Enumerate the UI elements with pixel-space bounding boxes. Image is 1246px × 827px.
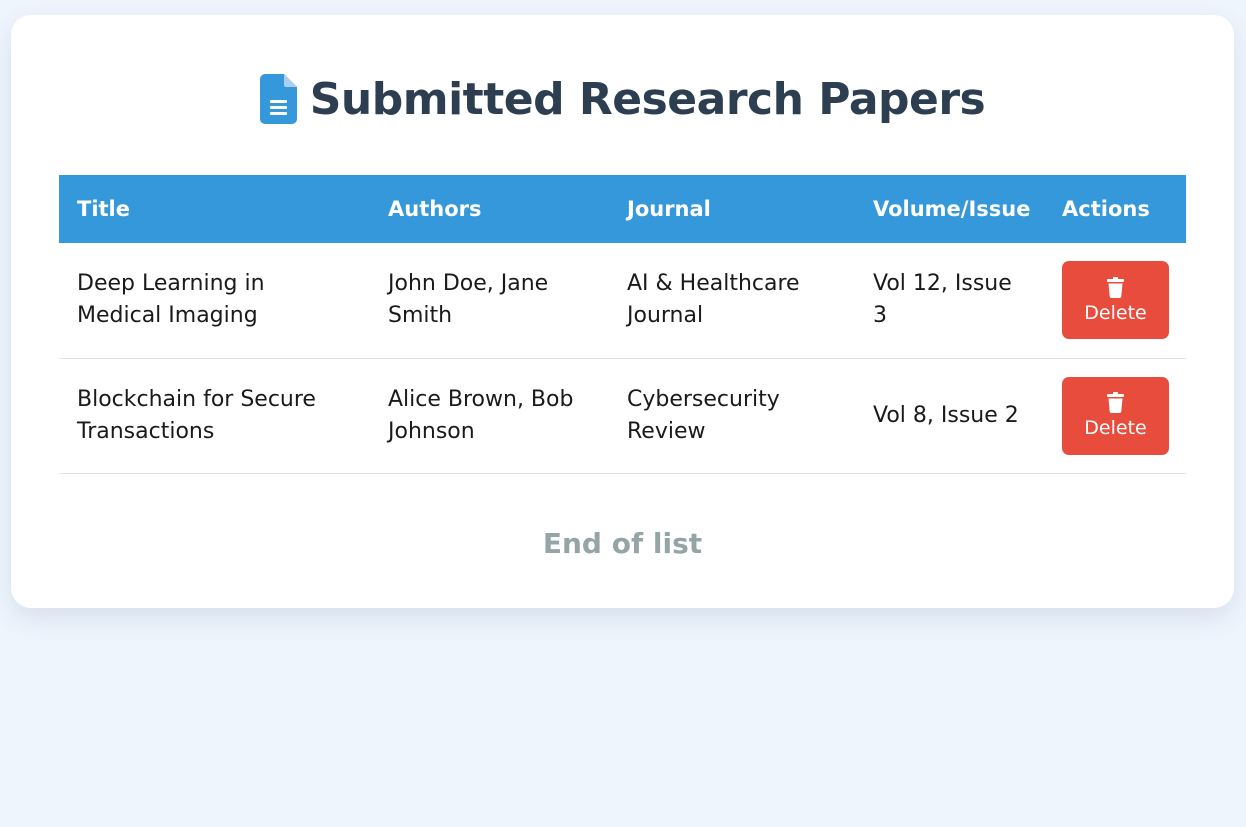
trash-icon bbox=[1107, 276, 1124, 298]
page-heading: Submitted Research Papers bbox=[11, 73, 1234, 125]
table-row: Blockchain for Secure Transactions Alice… bbox=[59, 358, 1186, 473]
column-header-journal: Journal bbox=[627, 197, 711, 221]
paper-title: Deep Learning in Medical Imaging bbox=[77, 271, 265, 329]
paper-journal: Cybersecurity Review bbox=[627, 386, 780, 444]
page-title: Submitted Research Papers bbox=[309, 73, 986, 125]
paper-volume-issue: Vol 8, Issue 2 bbox=[873, 402, 1019, 428]
papers-table: Title Authors Journal Volume/Issue Actio… bbox=[59, 175, 1186, 474]
delete-button[interactable]: Delete bbox=[1062, 376, 1169, 455]
delete-button[interactable]: Delete bbox=[1062, 261, 1169, 340]
delete-button-label: Delete bbox=[1084, 301, 1147, 324]
table-header-row: Title Authors Journal Volume/Issue Actio… bbox=[59, 175, 1186, 243]
column-header-actions: Actions bbox=[1062, 197, 1150, 221]
end-of-list-note: End of list bbox=[542, 527, 703, 560]
column-header-volume-issue: Volume/Issue bbox=[873, 197, 1031, 221]
paper-volume-issue: Vol 12, Issue 3 bbox=[873, 271, 1012, 329]
document-icon bbox=[259, 74, 297, 124]
trash-icon bbox=[1107, 392, 1124, 413]
actions-cell: Delete bbox=[1044, 358, 1186, 473]
paper-journal: AI & Healthcare Journal bbox=[627, 271, 800, 329]
paper-title: Blockchain for Secure Transactions bbox=[77, 386, 316, 444]
delete-button-label: Delete bbox=[1084, 417, 1147, 439]
column-header-authors: Authors bbox=[388, 197, 482, 221]
paper-authors: John Doe, Jane Smith bbox=[388, 271, 549, 329]
table-row: Deep Learning in Medical Imaging John Do… bbox=[59, 243, 1186, 358]
paper-authors: Alice Brown, Bob Johnson bbox=[388, 386, 574, 444]
column-header-title: Title bbox=[77, 197, 131, 221]
papers-card: Submitted Research Papers Title Authors … bbox=[11, 15, 1234, 608]
actions-cell: Delete bbox=[1044, 243, 1186, 358]
